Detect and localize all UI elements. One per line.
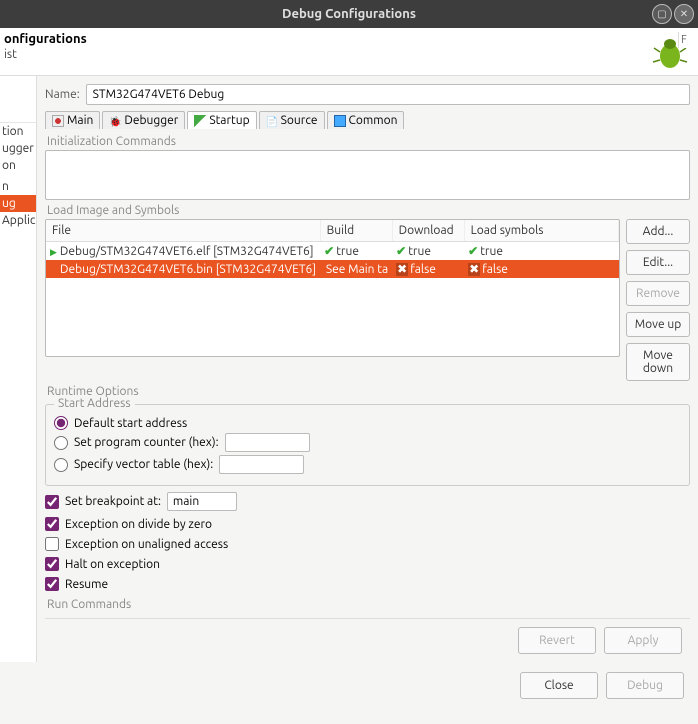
debugger-icon [109, 115, 121, 127]
vt-radio[interactable] [54, 458, 68, 472]
check-icon [468, 245, 480, 258]
tab-source[interactable]: Source [259, 111, 325, 129]
default-start-radio[interactable] [54, 416, 68, 430]
col-download[interactable]: Download [392, 220, 464, 242]
tree-item[interactable]: Applic [0, 212, 36, 229]
breakpoint-label: Set breakpoint at: [65, 495, 161, 508]
vt-label: Specify vector table (hex): [74, 458, 213, 471]
runtime-label: Runtime Options [47, 385, 690, 398]
unaligned-label: Exception on unaligned access [65, 538, 228, 551]
load-symbols-label: Load Image and Symbols [47, 204, 690, 217]
tree-item[interactable]: n [0, 178, 36, 195]
tree-item[interactable]: on [0, 157, 36, 174]
common-icon [334, 115, 346, 127]
dialog-header: onfigurations ist [0, 28, 698, 76]
pc-input[interactable] [225, 433, 310, 452]
tab-startup[interactable]: Startup [187, 111, 256, 129]
name-label: Name: [45, 88, 80, 101]
tree-item[interactable]: ugger [0, 140, 36, 157]
tab-debugger[interactable]: Debugger [102, 111, 185, 129]
header-subtitle: ist [4, 48, 87, 61]
halt-check[interactable] [45, 557, 59, 571]
minimize-button[interactable]: ▢ [652, 4, 672, 24]
tree-item[interactable]: tion [0, 123, 36, 140]
window-controls: ▢ ✕ [652, 4, 694, 24]
start-address-label: Start Address [54, 397, 135, 410]
titlebar: Debug Configurations ▢ ✕ [0, 0, 698, 28]
apply-button: Apply [604, 627, 682, 654]
move-down-button[interactable]: Move down [626, 343, 690, 381]
move-up-button[interactable]: Move up [626, 312, 690, 337]
source-icon [266, 115, 278, 127]
table-row-selected[interactable]: Debug/STM32G474VET6.bin [STM32G474VET6] … [46, 260, 619, 278]
init-commands-label: Initialization Commands [47, 135, 690, 148]
run-commands-label: Run Commands [47, 598, 690, 611]
col-file[interactable]: File [46, 220, 320, 242]
edit-button[interactable]: Edit... [626, 250, 690, 275]
remove-button: Remove [626, 281, 690, 306]
divzero-check[interactable] [45, 517, 59, 531]
close-window-button[interactable]: ✕ [674, 4, 694, 24]
check-icon [324, 245, 336, 258]
close-button[interactable]: Close [520, 672, 598, 699]
startup-icon [194, 115, 206, 127]
col-build[interactable]: Build [320, 220, 392, 242]
unaligned-check[interactable] [45, 537, 59, 551]
resume-label: Resume [65, 578, 108, 591]
header-title: onfigurations [4, 32, 87, 46]
name-input[interactable] [86, 84, 690, 105]
breakpoint-check[interactable] [45, 495, 59, 509]
halt-label: Halt on exception [65, 558, 160, 571]
window-title: Debug Configurations [282, 7, 416, 21]
x-icon [468, 263, 482, 276]
resume-check[interactable] [45, 577, 59, 591]
default-start-label: Default start address [74, 417, 187, 430]
divzero-label: Exception on divide by zero [65, 518, 212, 531]
check-icon [396, 245, 408, 258]
x-icon [396, 263, 410, 276]
tab-main[interactable]: Main [45, 111, 100, 129]
symbols-table[interactable]: File Build Download Load symbols Debug/S… [45, 219, 620, 357]
tree-item-selected[interactable]: ug [0, 195, 36, 212]
tab-common[interactable]: Common [327, 111, 405, 129]
add-button[interactable]: Add... [626, 219, 690, 244]
tab-bar: Main Debugger Startup Source Common [45, 111, 690, 129]
start-address-group: Start Address Default start address Set … [45, 404, 690, 486]
col-load[interactable]: Load symbols [464, 220, 618, 242]
background-panel: F [678, 32, 698, 48]
table-row[interactable]: Debug/STM32G474VET6.elf [STM32G474VET6] … [46, 242, 619, 261]
vt-input[interactable] [219, 455, 304, 474]
pc-label: Set program counter (hex): [74, 436, 219, 449]
play-icon [50, 245, 60, 258]
tree-toolbar[interactable] [0, 101, 36, 123]
debug-button: Debug [606, 672, 684, 699]
revert-button: Revert [518, 627, 596, 654]
init-commands-box[interactable] [45, 150, 690, 200]
pc-radio[interactable] [54, 436, 68, 450]
config-tree[interactable]: tion ugger on n ug Applic [0, 76, 37, 662]
main-icon [52, 115, 64, 127]
breakpoint-input[interactable] [167, 492, 237, 511]
